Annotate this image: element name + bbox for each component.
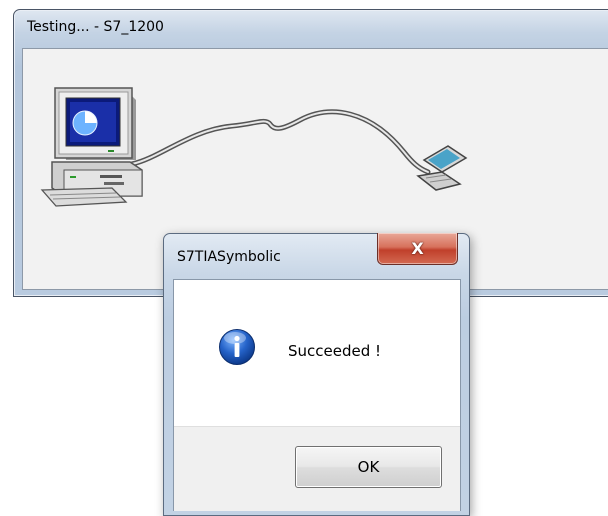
- close-button[interactable]: X: [377, 233, 458, 265]
- message-dialog: S7TIASymbolic X Succeeded ! OK: [163, 233, 470, 516]
- dialog-title: S7TIASymbolic: [177, 249, 281, 265]
- dialog-message: Succeeded !: [288, 342, 382, 360]
- close-icon: X: [411, 239, 424, 258]
- testing-window-title: Testing... - S7_1200: [27, 19, 164, 35]
- info-icon: [219, 329, 255, 365]
- dialog-body: Succeeded ! OK: [173, 279, 461, 511]
- dialog-footer: OK: [174, 426, 460, 511]
- ok-button[interactable]: OK: [295, 446, 442, 488]
